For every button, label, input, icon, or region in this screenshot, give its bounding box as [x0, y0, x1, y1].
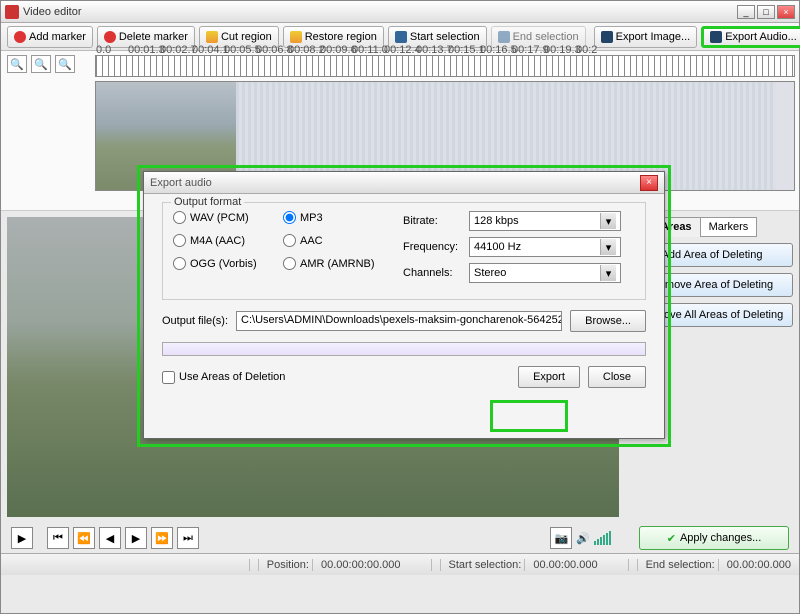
- window-title: Video editor: [23, 6, 737, 18]
- step-fwd-button[interactable]: ▶: [125, 527, 147, 549]
- close-dialog-button[interactable]: Close: [588, 366, 646, 388]
- titlebar: Video editor _ □ ×: [1, 1, 799, 23]
- group-legend: Output format: [171, 196, 244, 208]
- radio-amr[interactable]: AMR (AMRNB): [283, 257, 393, 270]
- status-start: Start selection: 00.00:00.000: [431, 559, 598, 571]
- channels-combo[interactable]: Stereo▾: [469, 263, 621, 283]
- audio-icon: [710, 31, 722, 43]
- close-button[interactable]: ×: [777, 5, 795, 19]
- timeline-ruler[interactable]: 0.000:01.300:02.700:04.100:05.500:06.800…: [95, 55, 795, 77]
- output-format-group: Output format WAV (PCM) M4A (AAC) OGG (V…: [162, 202, 646, 300]
- radio-wav[interactable]: WAV (PCM): [173, 211, 283, 224]
- export-button[interactable]: Export: [518, 366, 580, 388]
- radio-mp3[interactable]: MP3: [283, 211, 393, 224]
- status-end: End selection: 00.00:00.000: [628, 559, 791, 571]
- chevron-down-icon: ▾: [600, 213, 616, 229]
- selection-icon: [395, 31, 407, 43]
- goto-start-button[interactable]: ⏮: [47, 527, 69, 549]
- export-audio-dialog: Export audio × Output format WAV (PCM) M…: [143, 171, 665, 439]
- status-bar: Position: 00.00:00:00.000 Start selectio…: [1, 553, 799, 575]
- radio-m4a[interactable]: M4A (AAC): [173, 234, 283, 247]
- dialog-close-button[interactable]: ×: [640, 175, 658, 191]
- snapshot-button[interactable]: 📷: [550, 527, 572, 549]
- camera-icon: [601, 31, 613, 43]
- status-position: Position: 00.00:00:00.000: [249, 559, 401, 571]
- browse-button[interactable]: Browse...: [570, 310, 646, 332]
- marker-icon: [14, 31, 26, 43]
- output-path-field[interactable]: C:\Users\ADMIN\Downloads\pexels-maksim-g…: [236, 311, 562, 331]
- marker-icon: [104, 31, 116, 43]
- radio-aac[interactable]: AAC: [283, 234, 393, 247]
- play-button[interactable]: ▶: [11, 527, 33, 549]
- zoom-fit-button[interactable]: 🔍: [55, 55, 75, 73]
- dialog-title: Export audio: [150, 177, 640, 189]
- frequency-combo[interactable]: 44100 Hz▾: [469, 237, 621, 257]
- volume-bars[interactable]: [594, 531, 611, 545]
- use-areas-checkbox[interactable]: Use Areas of Deletion: [162, 371, 518, 384]
- app-icon: [5, 5, 19, 19]
- selection-icon: [498, 31, 510, 43]
- chevron-down-icon: ▾: [600, 265, 616, 281]
- cut-icon: [206, 31, 218, 43]
- minimize-button[interactable]: _: [737, 5, 755, 19]
- export-highlight: [490, 400, 568, 432]
- channels-label: Channels:: [403, 267, 469, 279]
- radio-ogg[interactable]: OGG (Vorbis): [173, 257, 283, 270]
- zoom-in-button[interactable]: 🔍: [7, 55, 27, 73]
- restore-icon: [290, 31, 302, 43]
- step-back-button[interactable]: ◀: [99, 527, 121, 549]
- output-file-label: Output file(s):: [162, 315, 228, 327]
- progress-bar: [162, 342, 646, 356]
- rewind-button[interactable]: ⏪: [73, 527, 95, 549]
- frequency-label: Frequency:: [403, 241, 469, 253]
- chevron-down-icon: ▾: [600, 239, 616, 255]
- apply-changes-button[interactable]: ✔Apply changes...: [639, 526, 789, 550]
- add-marker-button[interactable]: Add marker: [7, 26, 93, 48]
- bitrate-label: Bitrate:: [403, 215, 469, 227]
- maximize-button[interactable]: □: [757, 5, 775, 19]
- video-editor-window: Video editor _ □ × Add marker Delete mar…: [0, 0, 800, 614]
- speaker-icon[interactable]: 🔊: [576, 532, 590, 545]
- zoom-out-button[interactable]: 🔍: [31, 55, 51, 73]
- goto-end-button[interactable]: ⏭: [177, 527, 199, 549]
- forward-button[interactable]: ⏩: [151, 527, 173, 549]
- bitrate-combo[interactable]: 128 kbps▾: [469, 211, 621, 231]
- tab-markers[interactable]: Markers: [700, 217, 758, 237]
- dialog-titlebar: Export audio ×: [144, 172, 664, 194]
- playback-controls: ▶ ⏮ ⏪ ◀ ▶ ⏩ ⏭ 📷 🔊 ✔Apply changes...: [1, 523, 799, 553]
